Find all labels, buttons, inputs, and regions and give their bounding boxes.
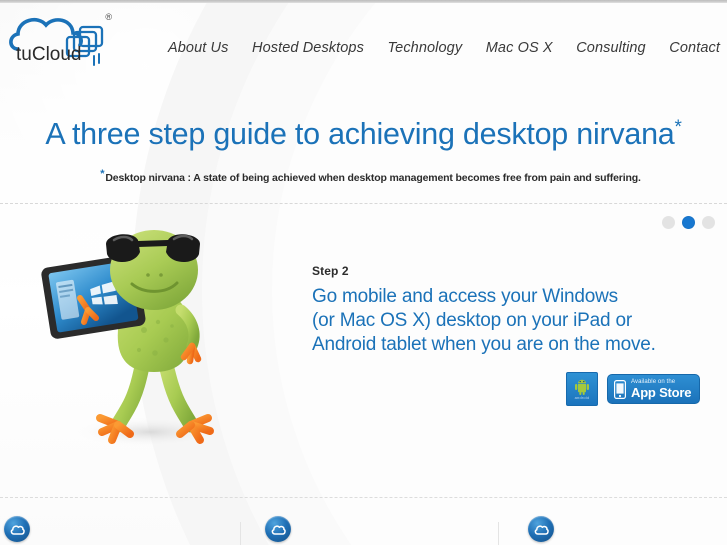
page-root: tuCloud ® About Us Hosted Desktops Techn… bbox=[0, 0, 727, 545]
nav-item-mac-os-x[interactable]: Mac OS X bbox=[486, 38, 553, 58]
footer-cloud-badge-3[interactable] bbox=[528, 516, 554, 542]
slider-dot-2[interactable] bbox=[682, 216, 695, 229]
android-badge-caption: android bbox=[574, 395, 590, 400]
main-navigation: About Us Hosted Desktops Technology Mac … bbox=[168, 35, 720, 61]
frog-illustration-icon bbox=[41, 230, 228, 448]
iphone-icon bbox=[614, 379, 626, 399]
headline-footnote: *Desktop nirvana : A state of being achi… bbox=[0, 168, 727, 185]
nav-item-consulting[interactable]: Consulting bbox=[576, 38, 646, 58]
page-title: A three step guide to achieving desktop … bbox=[0, 118, 727, 152]
cloud-screens-logo-icon: tuCloud bbox=[9, 17, 104, 66]
frog-with-tablet-illustration bbox=[40, 218, 255, 468]
headline-block: A three step guide to achieving desktop … bbox=[0, 98, 727, 185]
slider-dot-3[interactable] bbox=[702, 216, 715, 229]
nav-item-technology[interactable]: Technology bbox=[388, 38, 463, 58]
app-store-badge-text: Available on the App Store bbox=[631, 379, 692, 400]
slider-dot-1[interactable] bbox=[662, 216, 675, 229]
hero-copy: Step 2 Go mobile and access your Windows… bbox=[312, 264, 702, 357]
site-header: tuCloud ® About Us Hosted Desktops Techn… bbox=[0, 3, 727, 89]
footnote-asterisk: * bbox=[100, 167, 105, 180]
android-market-badge[interactable]: android bbox=[566, 372, 598, 406]
nav-item-hosted-desktops[interactable]: Hosted Desktops bbox=[252, 38, 364, 58]
logo-wordmark: tuCloud bbox=[16, 44, 82, 65]
site-footer bbox=[0, 498, 727, 545]
app-store-badge-line2: App Store bbox=[631, 385, 692, 400]
android-robot-icon bbox=[575, 379, 589, 395]
footer-cloud-badge-2[interactable] bbox=[265, 516, 291, 542]
hero-top-divider bbox=[0, 203, 727, 204]
hero-slide: Step 2 Go mobile and access your Windows… bbox=[0, 206, 727, 491]
footer-cloud-badge-1[interactable] bbox=[4, 516, 30, 542]
nav-item-about-us[interactable]: About Us bbox=[168, 38, 228, 58]
hero-body-line-3: Android tablet when you are on the move. bbox=[312, 333, 656, 355]
nav-item-contact[interactable]: Contact bbox=[669, 38, 720, 58]
top-hairline bbox=[0, 0, 727, 3]
cloud-icon bbox=[10, 524, 25, 535]
cloud-icon bbox=[534, 524, 549, 535]
store-badges: android Available on the App Store bbox=[566, 372, 701, 406]
hero-body-line-1: Go mobile and access your Windows bbox=[312, 286, 618, 307]
footer-column-2 bbox=[265, 516, 291, 542]
footer-column-3 bbox=[528, 516, 554, 542]
cloud-icon bbox=[271, 524, 286, 535]
app-store-badge[interactable]: Available on the App Store bbox=[607, 374, 701, 404]
registered-trademark-icon: ® bbox=[105, 12, 112, 22]
footer-column-1 bbox=[4, 516, 30, 542]
hero-body-line-2: (or Mac OS X) desktop on your iPad or bbox=[312, 309, 632, 331]
step-label: Step 2 bbox=[312, 264, 349, 278]
headline-text: A three step guide to achieving desktop … bbox=[45, 117, 675, 152]
footnote-text: Desktop nirvana : A state of being achie… bbox=[105, 172, 641, 185]
headline-asterisk: * bbox=[674, 117, 682, 139]
slider-pagination bbox=[662, 216, 715, 229]
site-logo[interactable]: tuCloud ® bbox=[8, 9, 113, 71]
